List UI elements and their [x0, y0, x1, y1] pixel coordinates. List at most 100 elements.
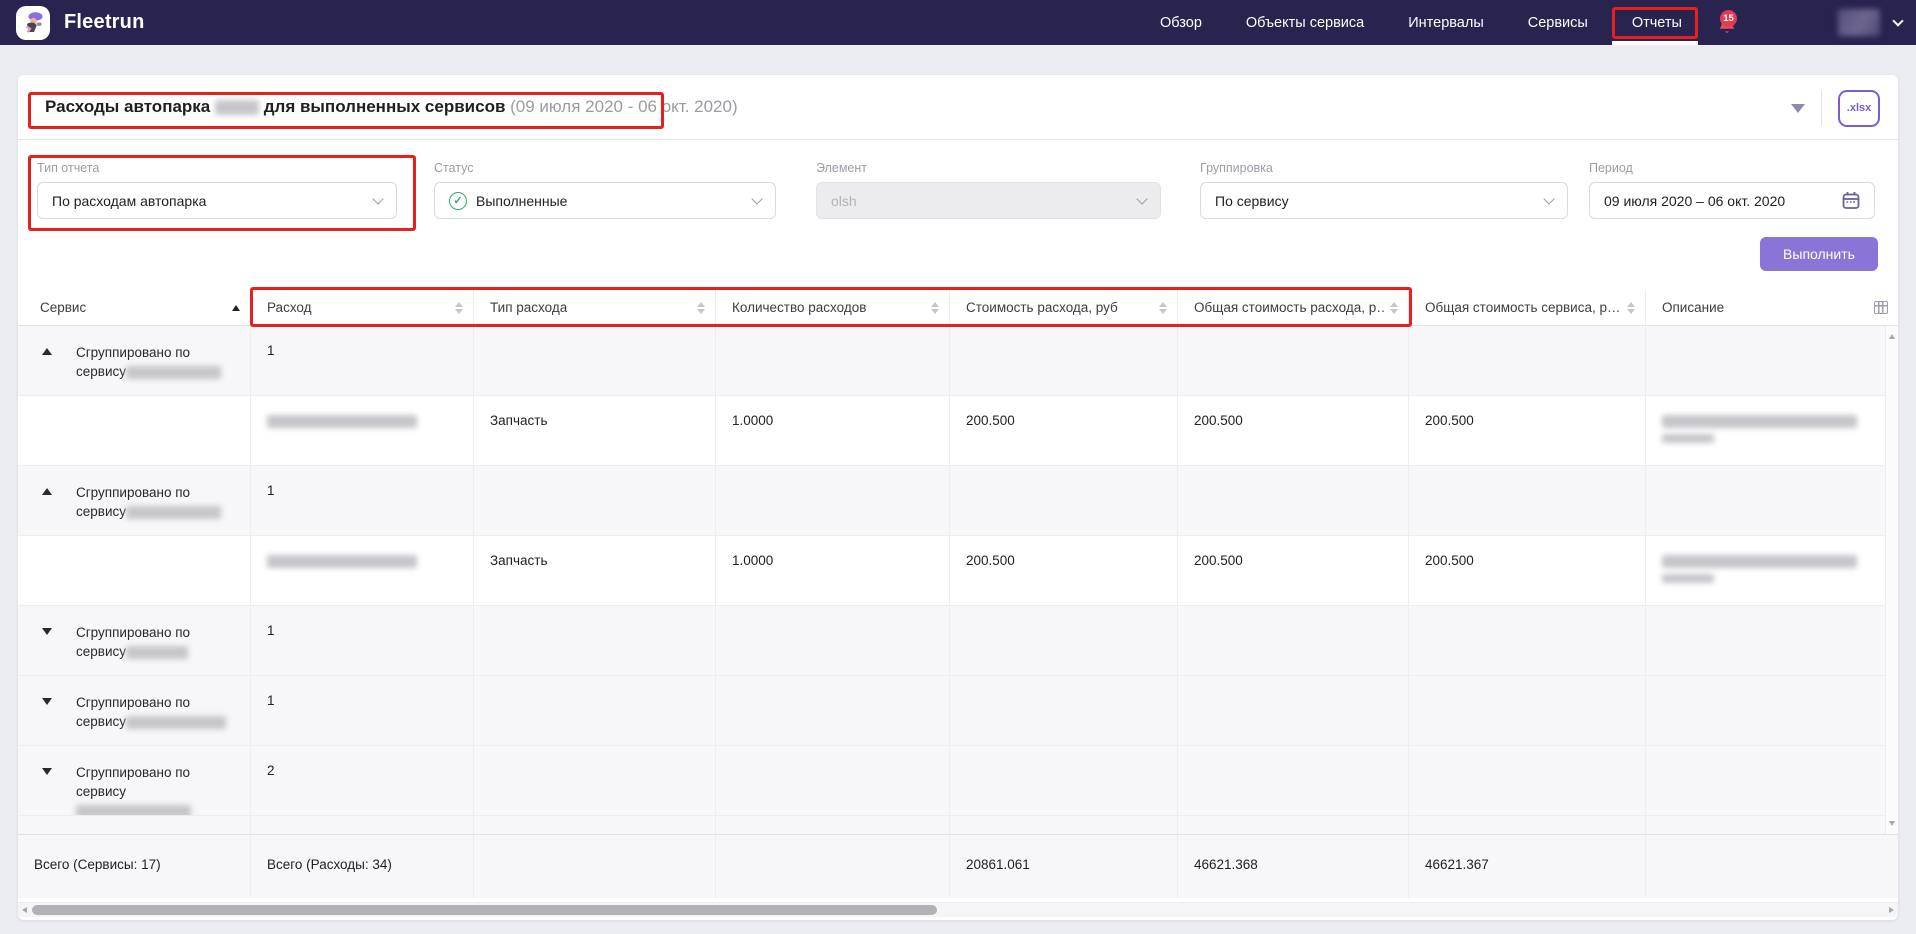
cell: 1: [251, 816, 474, 834]
expand-group-icon[interactable]: [42, 698, 52, 705]
footer-value: 46621.367: [1425, 857, 1489, 872]
horizontal-scrollbar[interactable]: [18, 902, 1898, 917]
scroll-down-arrow-icon[interactable]: [1889, 821, 1895, 826]
nav-item-2[interactable]: Объекты сервиса: [1246, 15, 1364, 31]
table-columns-icon[interactable]: [1874, 301, 1888, 314]
value-cost: 200.500: [966, 553, 1015, 568]
cell: [1646, 816, 1898, 834]
scroll-left-arrow-icon[interactable]: [22, 907, 27, 913]
cell: [474, 746, 716, 815]
notifications-bell-button[interactable]: 15: [1716, 8, 1742, 38]
cell: [1409, 606, 1646, 675]
column-header-6[interactable]: Общая стоимость расхода, р…: [1178, 290, 1409, 325]
cell: [1178, 816, 1409, 834]
active-tab-indicator: [1612, 41, 1698, 45]
cell: Сгруппировано по сервису: [18, 606, 251, 675]
calendar-icon[interactable]: [1842, 191, 1860, 210]
cell: 200.500: [950, 396, 1178, 465]
brand: Fleetrun: [16, 6, 145, 40]
run-report-button[interactable]: Выполнить: [1760, 237, 1878, 271]
redacted-description: [1662, 434, 1714, 443]
value-total_service_cost: 200.500: [1425, 553, 1474, 568]
cell: [1646, 676, 1898, 745]
collapse-report-triangle-down-icon[interactable]: [1791, 104, 1805, 113]
sort-icon[interactable]: [697, 302, 705, 314]
cell: [18, 396, 251, 465]
horizontal-scrollbar-thumb[interactable]: [32, 905, 937, 915]
nav-item-4[interactable]: Сервисы: [1528, 15, 1588, 31]
redacted-description: [1662, 415, 1857, 428]
cell: [950, 326, 1178, 395]
app-screen: Fleetrun Обзор Объекты сервиса Интервалы Се…: [0, 0, 1916, 934]
header-icons: [1874, 301, 1888, 314]
period-date-input[interactable]: 09 июля 2020 – 06 окт. 2020: [1589, 182, 1875, 219]
cell: [950, 606, 1178, 675]
filter-select-4[interactable]: По сервису: [1200, 182, 1568, 219]
group-expense-count: 1: [267, 623, 275, 638]
filter-select-1[interactable]: По расходам автопарка: [37, 182, 397, 219]
column-header-7[interactable]: Общая стоимость сервиса, р…: [1409, 290, 1646, 325]
column-header-1[interactable]: Сервис: [18, 290, 251, 325]
column-header-4[interactable]: Количество расходов: [716, 290, 950, 325]
footer-cell: 46621.367: [1409, 835, 1646, 898]
cell: 1: [251, 466, 474, 535]
sort-icon[interactable]: [1159, 302, 1167, 314]
group-expense-count: 1: [267, 343, 275, 358]
column-header-5[interactable]: Стоимость расхода, руб: [950, 290, 1178, 325]
header-icons: [1627, 302, 1635, 314]
column-header-8[interactable]: Описание: [1646, 290, 1898, 325]
cell: [251, 396, 474, 465]
column-label: Тип расхода: [490, 300, 567, 315]
nav-item-5[interactable]: Отчеты: [1632, 15, 1682, 31]
collapse-group-icon[interactable]: [42, 348, 52, 355]
redacted-description: [1662, 555, 1857, 568]
chevron-down-icon: [1136, 193, 1147, 204]
report-title-row: Расходы автопарка для выполненных сервис…: [18, 75, 1898, 140]
filter-select-2[interactable]: Выполненные: [434, 182, 776, 219]
column-header-3[interactable]: Тип расхода: [474, 290, 716, 325]
collapse-group-icon[interactable]: [42, 488, 52, 495]
expand-group-icon[interactable]: [42, 768, 52, 775]
scroll-right-arrow-icon[interactable]: [1889, 907, 1894, 913]
sort-icon[interactable]: [1390, 302, 1398, 314]
footer-value: Всего (Сервисы: 17): [34, 857, 161, 872]
cell: 1.0000: [716, 396, 950, 465]
expand-group-icon[interactable]: [42, 628, 52, 635]
user-avatar[interactable]: [1838, 9, 1880, 36]
redacted-expense-name: [267, 415, 417, 428]
cell: [251, 536, 474, 605]
sort-ascending-icon[interactable]: [232, 305, 240, 311]
fleetrun-logo-icon[interactable]: [16, 6, 50, 40]
nav-item-3[interactable]: Интервалы: [1408, 15, 1484, 31]
sort-icon[interactable]: [931, 302, 939, 314]
column-header-2[interactable]: Расход: [251, 290, 474, 325]
report-table: Сервис Расход Тип расхода Количество расход…: [18, 290, 1898, 898]
table-body: Сгруппировано по сервису1Запчасть1.00002…: [18, 326, 1898, 834]
value-total_expense_cost: 200.500: [1194, 413, 1243, 428]
redacted-service-name: [126, 366, 221, 379]
cell: 1: [251, 606, 474, 675]
column-label: Расход: [267, 300, 312, 315]
header-icons: [1159, 302, 1167, 314]
column-label: Общая стоимость сервиса, р…: [1425, 300, 1621, 315]
filter-4: ГруппировкаПо сервису: [1200, 161, 1568, 219]
group-row: Сгруппировано по сервису 1: [18, 606, 1898, 676]
scroll-up-arrow-icon[interactable]: [1889, 334, 1895, 339]
nav-item-1[interactable]: Обзор: [1160, 15, 1202, 31]
cell: 200.500: [1409, 536, 1646, 605]
cell: [1646, 536, 1898, 605]
sort-icon[interactable]: [1627, 302, 1635, 314]
filter-value: По сервису: [1215, 193, 1536, 209]
footer-cell: Всего (Сервисы: 17): [18, 835, 251, 898]
cell: [18, 536, 251, 605]
sort-icon[interactable]: [455, 302, 463, 314]
cell: [950, 676, 1178, 745]
user-menu-chevron-down-icon[interactable]: [1892, 15, 1903, 26]
cell: [1409, 676, 1646, 745]
cell: Сгруппировано по сервису: [18, 676, 251, 745]
group-expense-count: 2: [267, 763, 275, 778]
cell: [474, 326, 716, 395]
export-xlsx-button[interactable]: .xlsx: [1838, 90, 1880, 127]
group-label: Сгруппировано по сервису: [76, 343, 226, 381]
vertical-scrollbar[interactable]: [1885, 326, 1898, 834]
